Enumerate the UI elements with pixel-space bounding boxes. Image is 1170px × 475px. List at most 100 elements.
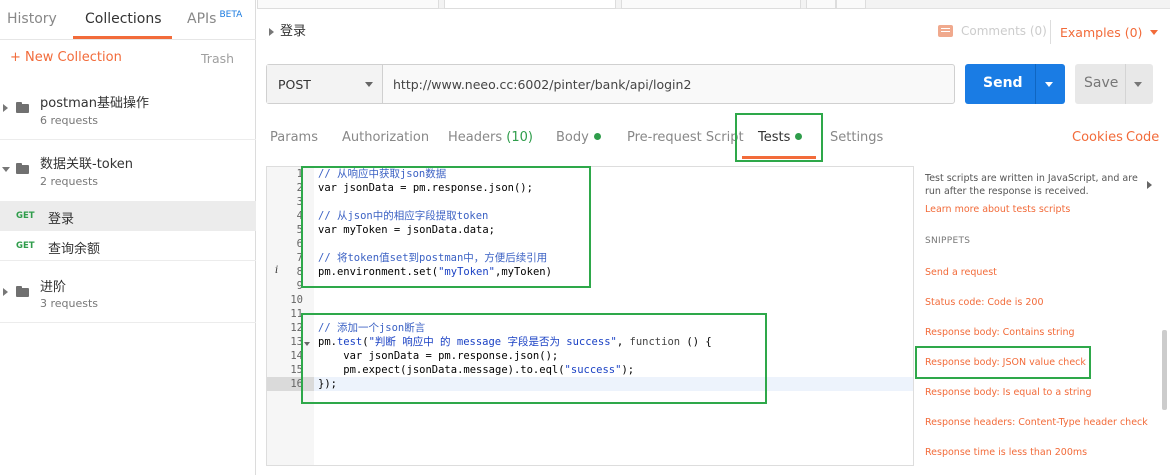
info-icon: i <box>275 265 279 276</box>
tab-body[interactable]: Body <box>556 130 601 145</box>
tab-pre-request-script[interactable]: Pre-request Script <box>627 130 744 145</box>
caret-right-icon[interactable] <box>1147 181 1152 189</box>
method-select[interactable]: POST <box>267 65 383 103</box>
folder-icon <box>16 102 29 113</box>
tab-headers-label: Headers <box>448 130 503 145</box>
examples-dropdown[interactable]: Examples (0) <box>1060 25 1159 40</box>
line-number: 6 <box>296 238 303 250</box>
snippets-header: SNIPPETS <box>925 236 971 246</box>
collection-count: 6 requests <box>40 114 99 127</box>
chevron-down-icon[interactable] <box>1045 82 1053 87</box>
send-button[interactable]: Send <box>965 64 1065 104</box>
collection-advanced[interactable]: 进阶 3 requests <box>0 262 256 323</box>
scrollbar[interactable] <box>1162 330 1167 410</box>
method-badge: GET <box>16 211 35 221</box>
line-number: 10 <box>290 294 303 306</box>
line-number: 13 <box>290 336 303 348</box>
caret-right-icon <box>269 27 274 36</box>
tab-apis[interactable]: APIs BETA <box>187 10 243 27</box>
sidebar: History Collections APIs BETA + New Colle… <box>0 0 256 475</box>
divider <box>1125 64 1126 104</box>
line-number: 7 <box>296 252 303 264</box>
comment-icon <box>938 25 953 37</box>
collection-name: postman基础操作 <box>40 96 149 111</box>
divider <box>1035 64 1036 104</box>
sidebar-tabs: History Collections APIs BETA <box>0 0 256 40</box>
headers-count: (10) <box>506 130 533 145</box>
snippet-item[interactable]: Response body: Contains string <box>925 327 1075 338</box>
tab-headers[interactable]: Headers (10) <box>448 130 533 145</box>
highlight-box-assert-code <box>301 313 767 404</box>
url-input[interactable]: http://www.neeo.cc:6002/pinter/bank/api/… <box>393 77 691 92</box>
request-item-balance[interactable]: GET 查询余额 <box>0 231 256 261</box>
request-tab[interactable] <box>836 0 866 9</box>
tab-authorization[interactable]: Authorization <box>342 130 429 145</box>
line-number: 16 <box>290 378 303 390</box>
tab-settings[interactable]: Settings <box>830 130 883 145</box>
line-number: 4 <box>296 210 303 222</box>
line-number: 8 <box>296 266 303 278</box>
request-tab[interactable] <box>257 0 439 9</box>
tab-history[interactable]: History <box>7 11 57 27</box>
caret-down-icon[interactable] <box>2 167 10 172</box>
snippet-item[interactable]: Response time is less than 200ms <box>925 447 1087 458</box>
line-number: 2 <box>296 182 303 194</box>
tab-collections[interactable]: Collections <box>85 11 162 27</box>
snippet-item[interactable]: Send a request <box>925 267 997 278</box>
send-label: Send <box>983 75 1023 91</box>
save-label: Save <box>1084 75 1119 91</box>
caret-right-icon[interactable] <box>3 288 8 296</box>
snippet-item[interactable]: Response body: Is equal to a string <box>925 387 1092 398</box>
code-link[interactable]: Code <box>1126 130 1159 145</box>
line-number: 9 <box>296 280 303 292</box>
active-tab-indicator <box>73 36 172 39</box>
comments-button[interactable]: Comments (0) <box>938 24 1047 38</box>
line-number: 15 <box>290 364 303 376</box>
request-tab[interactable] <box>444 0 616 9</box>
collection-data-token[interactable]: 数据关联-token 2 requests <box>0 140 256 201</box>
snippets-panel: Test scripts are written in JavaScript, … <box>925 166 1155 466</box>
request-tab-strip <box>257 0 1170 9</box>
caret-right-icon[interactable] <box>3 104 8 112</box>
method-label: POST <box>278 77 311 92</box>
beta-badge: BETA <box>219 10 243 20</box>
folder-icon <box>16 286 29 297</box>
tests-description: Test scripts are written in JavaScript, … <box>925 173 1138 197</box>
line-number: 3 <box>296 196 303 208</box>
cookies-link[interactable]: Cookies <box>1072 130 1123 145</box>
request-name: 登录 <box>48 212 75 227</box>
tab-params[interactable]: Params <box>270 130 318 145</box>
line-number: 1 <box>296 168 303 180</box>
snippet-item[interactable]: Status code: Code is 200 <box>925 297 1044 308</box>
highlight-box-tests <box>735 113 823 162</box>
collection-count: 3 requests <box>40 297 99 310</box>
divider <box>1050 20 1051 44</box>
chevron-down-icon[interactable] <box>1134 82 1142 87</box>
folder-icon <box>16 163 29 174</box>
highlight-box-token-code <box>301 166 591 288</box>
highlight-box-snippet <box>915 346 1091 379</box>
request-tab[interactable] <box>806 0 836 9</box>
main-panel: 登录 Comments (0) Examples (0) POST http:/… <box>257 0 1170 475</box>
collection-name: 数据关联-token <box>40 157 134 172</box>
request-title-text: 登录 <box>280 24 307 39</box>
line-number: 11 <box>290 308 303 320</box>
chevron-down-icon <box>1150 30 1159 35</box>
snippet-item[interactable]: Response headers: Content-Type header ch… <box>925 417 1148 428</box>
chevron-down-icon <box>365 82 373 87</box>
learn-more-link[interactable]: Learn more about tests scripts <box>925 204 1070 215</box>
line-number: 14 <box>290 350 303 362</box>
collection-postman-basics[interactable]: postman基础操作 6 requests <box>0 80 256 140</box>
request-item-login[interactable]: GET 登录 <box>0 201 256 231</box>
examples-label: Examples (0) <box>1060 25 1143 40</box>
line-number: 5 <box>296 224 303 236</box>
method-badge: GET <box>16 241 35 251</box>
request-tab[interactable] <box>621 0 801 9</box>
new-collection-button[interactable]: + New Collection <box>10 50 122 65</box>
tab-body-label: Body <box>556 130 589 145</box>
trash-button[interactable]: Trash <box>201 51 234 66</box>
line-number: 12 <box>290 322 303 334</box>
request-title[interactable]: 登录 <box>269 20 306 39</box>
url-bar: POST http://www.neeo.cc:6002/pinter/bank… <box>266 64 955 104</box>
save-button[interactable]: Save <box>1075 64 1153 104</box>
